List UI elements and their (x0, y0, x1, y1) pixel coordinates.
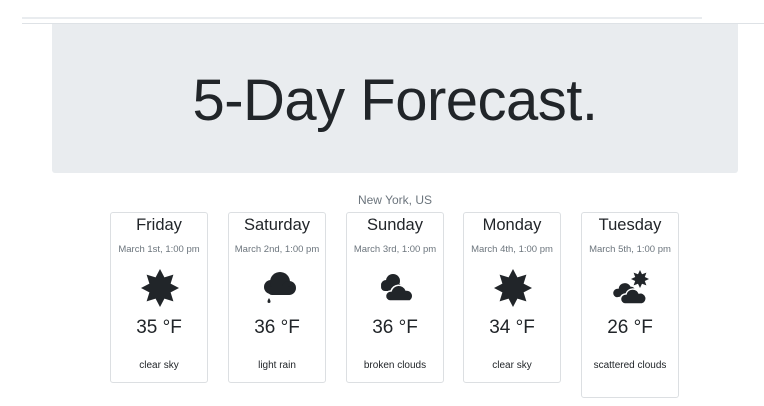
forecast-temperature: 26 °F (607, 317, 653, 338)
forecast-date: March 4th, 1:00 pm (471, 244, 553, 255)
forecast-card-monday: Monday March 4th, 1:00 pm 34 °F clear sk… (463, 212, 561, 383)
forecast-day: Friday (136, 216, 182, 234)
forecast-card-sunday: Sunday March 3rd, 1:00 pm 36 °F broken c… (346, 212, 444, 383)
forecast-description: scattered clouds (593, 360, 667, 371)
forecast-card-tuesday: Tuesday March 5th, 1:00 pm 26 °F scatter… (581, 212, 679, 398)
forecast-description: clear sky (492, 360, 532, 371)
forecast-date: March 5th, 1:00 pm (589, 244, 671, 255)
forecast-card-friday: Friday March 1st, 1:00 pm 35 °F clear sk… (110, 212, 208, 383)
jumbotron-banner: 5-Day Forecast. (52, 24, 738, 173)
forecast-date: March 3rd, 1:00 pm (353, 244, 437, 255)
page: 5-Day Forecast. New York, US Friday Marc… (0, 0, 764, 406)
sun-icon (140, 268, 180, 308)
rain-cloud-icon (258, 268, 298, 308)
forecast-temperature: 35 °F (136, 317, 182, 338)
forecast-temperature: 34 °F (489, 317, 535, 338)
forecast-day: Sunday (367, 216, 423, 234)
clouds-icon (376, 268, 416, 308)
forecast-day: Saturday (243, 216, 311, 234)
forecast-day: Monday (482, 216, 542, 234)
forecast-date: March 1st, 1:00 pm (118, 244, 200, 255)
forecast-date: March 2nd, 1:00 pm (234, 244, 320, 255)
location-label: New York, US (357, 193, 433, 207)
top-divider (22, 17, 702, 19)
forecast-day: Tuesday (598, 216, 662, 234)
forecast-card-saturday: Saturday March 2nd, 1:00 pm 36 °F light … (228, 212, 326, 383)
forecast-description: broken clouds (363, 360, 427, 371)
forecast-temperature: 36 °F (254, 317, 300, 338)
forecast-temperature: 36 °F (372, 317, 418, 338)
forecast-description: light rain (258, 360, 296, 371)
sun-behind-clouds-icon (611, 268, 651, 308)
forecast-description: clear sky (139, 360, 179, 371)
page-title: 5-Day Forecast. (192, 68, 598, 133)
sun-icon (493, 268, 533, 308)
